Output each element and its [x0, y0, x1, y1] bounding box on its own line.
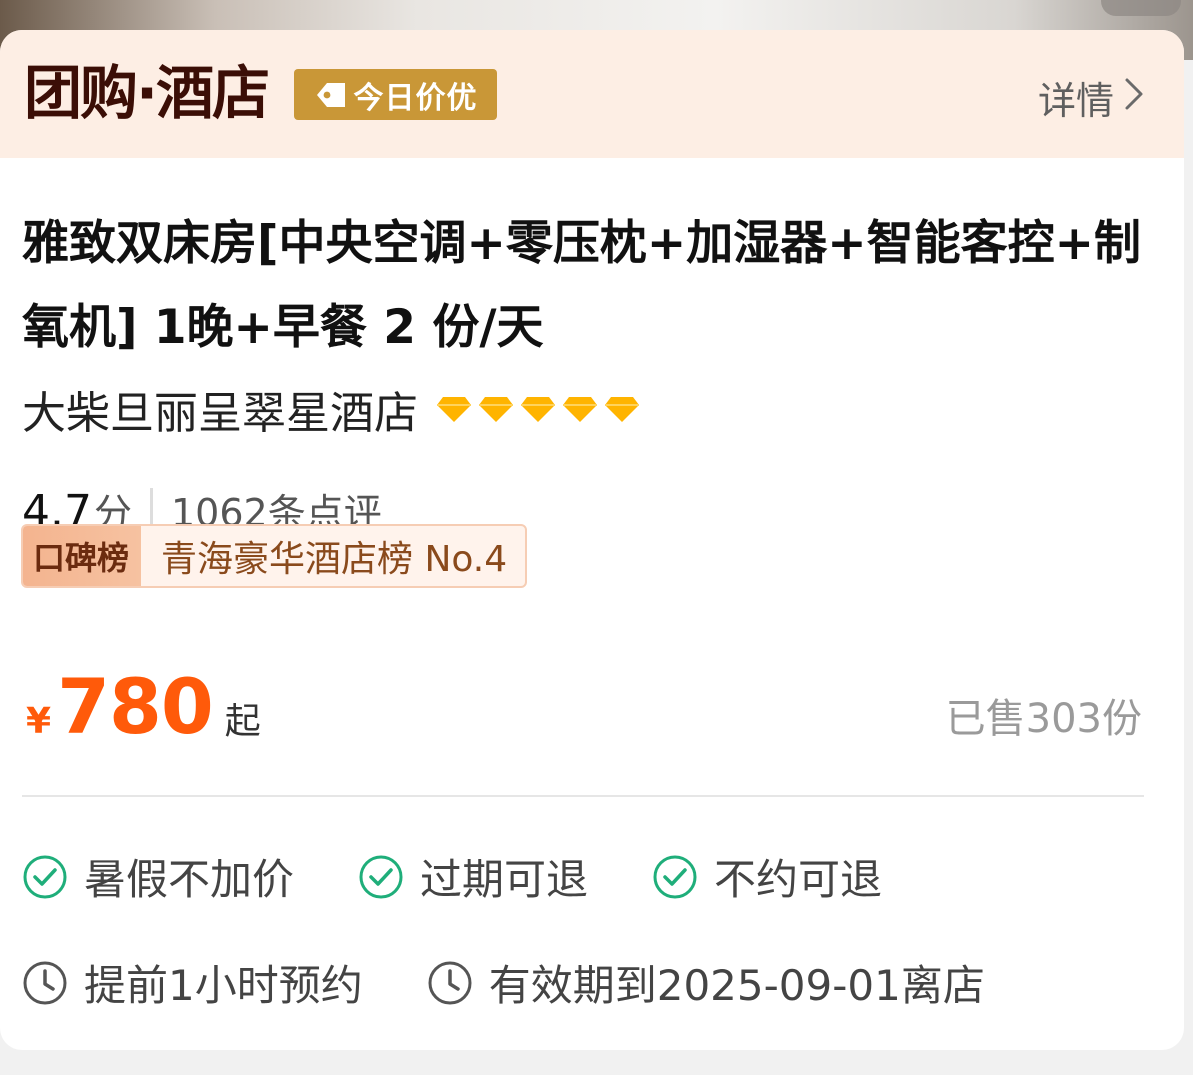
card-header: 团购·酒店 今日价优 详情 — [0, 30, 1184, 158]
check-circle-icon — [23, 855, 67, 898]
price-value: 780 — [57, 662, 214, 751]
price-suffix: 起 — [224, 701, 261, 742]
rank-badge-label-text: 口碑榜 — [33, 539, 130, 577]
chevron-right-icon — [1124, 76, 1144, 120]
diamond-icon — [605, 397, 639, 422]
clock-icon — [428, 961, 472, 1004]
divider — [22, 795, 1144, 797]
booking-item: 提前1小时预约 — [22, 952, 363, 1013]
hotel-row[interactable]: 大柴旦丽呈翠星酒店 — [22, 377, 640, 441]
diamond-icon — [437, 397, 471, 422]
feature-label: 暑假不加价 — [84, 855, 295, 904]
booking-label: 提前1小时预约 — [84, 961, 363, 1010]
deal-card[interactable]: 团购·酒店 今日价优 详情 雅致双床房[中央空调+零压枕+加湿器+智能客控+制氧… — [0, 30, 1184, 1050]
photo-overlay-pill — [1101, 0, 1181, 16]
details-link[interactable]: 详情 — [1038, 70, 1144, 125]
check-circle-icon — [653, 855, 697, 898]
hotel-name: 大柴旦丽呈翠星酒店 — [22, 388, 418, 439]
deal-badge: 今日价优 — [294, 69, 497, 120]
feature-list: 暑假不加价 过期可退 不约可退 — [22, 846, 946, 907]
feature-item: 暑假不加价 — [22, 846, 294, 907]
diamond-rating — [436, 394, 640, 424]
currency-symbol: ¥ — [26, 701, 52, 742]
check-circle-icon — [359, 855, 403, 898]
feature-item: 过期可退 — [358, 846, 588, 907]
booking-info: 提前1小时预约 有效期到2025-09-01离店 — [22, 952, 1049, 1013]
booking-item: 有效期到2025-09-01离店 — [427, 952, 985, 1013]
details-link-label: 详情 — [1037, 79, 1114, 123]
diamond-icon — [521, 397, 555, 422]
rank-text: 青海豪华酒店榜 No.4 — [161, 539, 508, 580]
deal-badge-label: 今日价优 — [353, 80, 478, 116]
rank-badge-label: 口碑榜 — [23, 526, 142, 586]
room-title[interactable]: 雅致双床房[中央空调+零压枕+加湿器+智能客控+制氧机] 1晚+早餐 2 份/天 — [22, 202, 1162, 370]
feature-label: 不约可退 — [714, 855, 883, 904]
feature-item: 不约可退 — [652, 846, 882, 907]
ranking-badge[interactable]: 口碑榜 青海豪华酒店榜 No.4 — [21, 524, 528, 588]
sold-count: 已售303份 — [945, 696, 1142, 742]
feature-label: 过期可退 — [420, 855, 589, 904]
price-row: ¥ 780 起 — [26, 662, 261, 751]
brand-logo: 团购·酒店 — [24, 59, 270, 127]
booking-label: 有效期到2025-09-01离店 — [488, 961, 985, 1010]
diamond-icon — [563, 397, 597, 422]
price-tag-icon — [314, 80, 348, 110]
clock-icon — [23, 961, 67, 1004]
diamond-icon — [479, 397, 513, 422]
